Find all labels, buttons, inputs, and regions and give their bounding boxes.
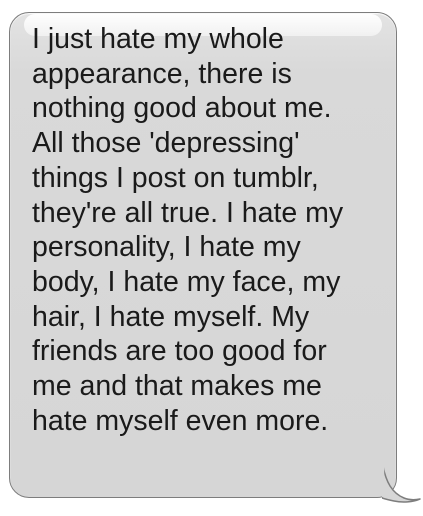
bubble-tail <box>382 466 421 503</box>
message-text: I just hate my whole appearance, there i… <box>32 23 344 437</box>
